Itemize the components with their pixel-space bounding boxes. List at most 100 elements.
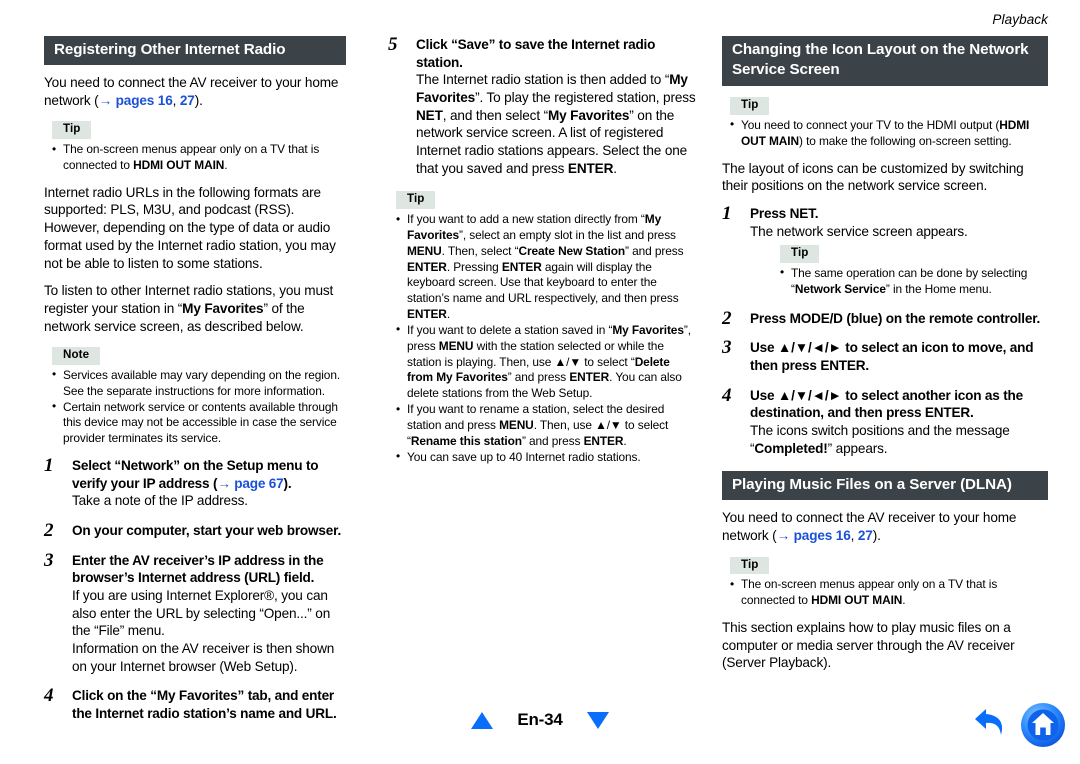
triangle-up-icon[interactable] [471,711,494,729]
step-item-2: 2 Press MODE/D (blue) on the remote contr… [722,307,1048,329]
section-heading-playing-music-dlna: Playing Music Files on a Server (DLNA) [722,471,1048,501]
page-link-27[interactable]: 27 [180,93,195,108]
tip-badge-wrap-4: Tip [730,555,1048,575]
bullet-item: Certain network service or contents avai… [52,399,346,447]
step-body: If you are using Internet Explorer®, you… [72,588,331,639]
step-number: 2 [44,520,54,542]
intro-paragraph-network: You need to connect the AV receiver to y… [44,74,346,109]
note-badge: Note [52,347,101,365]
plain-text: ”. To play the registered station, press [475,90,696,106]
column-left: Registering Other Internet Radio You nee… [0,36,356,735]
step-title: Press NET. [750,205,819,221]
step-item-3: 3 Enter the AV receiver’s IP address in t… [44,549,346,676]
page-link-16[interactable]: → pages 16 [99,93,173,108]
triangle-down-icon[interactable] [586,711,609,729]
intro-comma: , [172,92,180,108]
tip-badge: Tip [730,556,770,575]
tip-badge: Tip [52,121,92,140]
plain-text: ”, select an empty slot in the list and … [458,227,676,242]
tip-badge: Tip [780,245,820,263]
emphasis-text: MENU [407,243,442,258]
emphasis-text: ENTER [501,259,542,274]
tip-badge-wrap-3: Tip [730,95,1048,115]
paragraph-my-favorites: To listen to other Internet radio statio… [44,282,346,335]
step-item-1: 1 Press NET. The network service screen ap… [722,202,1048,298]
step-title: Press MODE/D (blue) on the remote contro… [750,310,1041,326]
page-link[interactable]: → page 67 [217,476,283,491]
tip-badge-wrap-1: Tip [52,119,346,140]
plain-text: ) to make the following on-screen settin… [799,133,1012,148]
step-item-2: 2 On your computer, start your web browse… [44,520,346,542]
intro-text-b: ). [872,528,881,544]
step-title-text-tail: ). [283,475,292,491]
note-badge-wrap: Note [52,345,346,365]
step-list-right: 1 Press NET. The network service screen ap… [722,202,1048,458]
step-number: 1 [44,455,54,477]
tip-badge-wrap-2: Tip [396,189,696,210]
step-item-1: 1 Select “Network” on the Setup menu to v… [44,455,346,510]
emphasis-text: ENTER [407,307,447,322]
tip-bullet-list-2: If you want to add a new station directl… [388,212,696,465]
step-number: 5 [388,34,398,55]
step-body: Take a note of the IP address. [72,493,248,509]
para3-bold: My Favorites [182,300,264,316]
plain-text: You need to connect your TV to the HDMI … [741,117,1000,132]
bullet-item: You can save up to 40 Internet radio sta… [396,449,696,466]
page-footer: En-34 [0,702,1080,750]
step-title-text: On your computer, start your web browser… [72,523,342,539]
tip-bullet-list-4: The on-screen menus appear only on a TV … [722,577,1048,609]
nav-icon-group [972,702,1066,748]
plain-text: ” and press [625,243,684,258]
tip-badge: Tip [730,97,770,115]
home-icon[interactable] [1020,702,1066,748]
bullet-item: The on-screen menus appear only on a TV … [730,577,1048,609]
page-link-16[interactable]: → pages 16 [777,528,851,543]
step-number: 1 [722,202,732,224]
step-number: 2 [722,307,732,329]
bullet-item: You need to connect your TV to the HDMI … [730,117,1048,150]
step-title: Use ▲/▼/◄/► to select an icon to move, a… [750,340,1034,373]
intro-paragraph-dlna: You need to connect the AV receiver to y… [722,509,1048,544]
emphasis-text: ENTER [583,433,624,448]
intro-comma: , [850,528,858,544]
emphasis-text: Create New Station [518,243,626,258]
tip-bullet-list-3: You need to connect your TV to the HDMI … [722,117,1048,150]
tip-bullet-list-1: The on-screen menus appear only on a TV … [44,142,346,174]
plain-text: , and then select “ [442,107,548,123]
step-title: Use ▲/▼/◄/► to select another icon as th… [750,387,1024,421]
section-heading-registering-other-internet-radio: Registering Other Internet Radio [44,36,346,66]
paragraph-url-formats: Internet radio URLs in the following for… [44,184,336,271]
note-bullet-list: Services available may vary depending on… [44,367,346,447]
bullet-item: If you want to rename a station, select … [396,402,696,449]
plain-text: The Internet radio station is then added… [416,72,670,88]
plain-text: ” and press [521,433,584,448]
step-title: Click “Save” to save the Internet radio … [416,37,656,70]
step-body: Information on the AV receiver is then s… [72,641,335,674]
emphasis-text: HDMI OUT MAIN [811,593,903,608]
tip-badge-wrap-inner: Tip [780,243,1048,263]
step-number: 3 [44,549,54,571]
bullet-item: The on-screen menus appear only on a TV … [52,142,346,174]
emphasis-text: ENTER [569,370,610,385]
column-middle: 5 Click “Save” to save the Internet radi… [356,34,706,735]
step-title: On your computer, start your web browser… [72,522,346,540]
bullet-item: The same operation can be done by select… [780,265,1048,298]
manual-page: Playback Registering Other Internet Radi… [0,0,1080,764]
page-link-27[interactable]: 27 [858,528,873,543]
intro-text-b: ). [194,92,203,108]
step-body: The Internet radio station is then added… [416,71,696,177]
emphasis-text: HDMI OUT MAIN [133,157,225,172]
plain-text: . [224,157,228,172]
step-list-left: 1 Select “Network” on the Setup menu to v… [44,455,346,723]
paragraph-server-playback: This section explains how to play music … [722,620,1015,671]
plain-text: . [623,433,627,448]
plain-text: . Then, select “ [441,243,519,258]
emphasis-text: MENU [499,417,534,432]
back-arrow-icon[interactable] [972,708,1012,742]
tip-bullet-list-inner: The same operation can be done by select… [750,265,1048,298]
step-item-4: 4 Use ▲/▼/◄/► to select another icon as t… [722,385,1048,458]
emphasis-text: Rename this station [410,433,522,448]
running-head: Playback [992,12,1048,27]
plain-text: . [613,160,617,176]
plain-text: ” in the Home menu. [885,281,992,296]
